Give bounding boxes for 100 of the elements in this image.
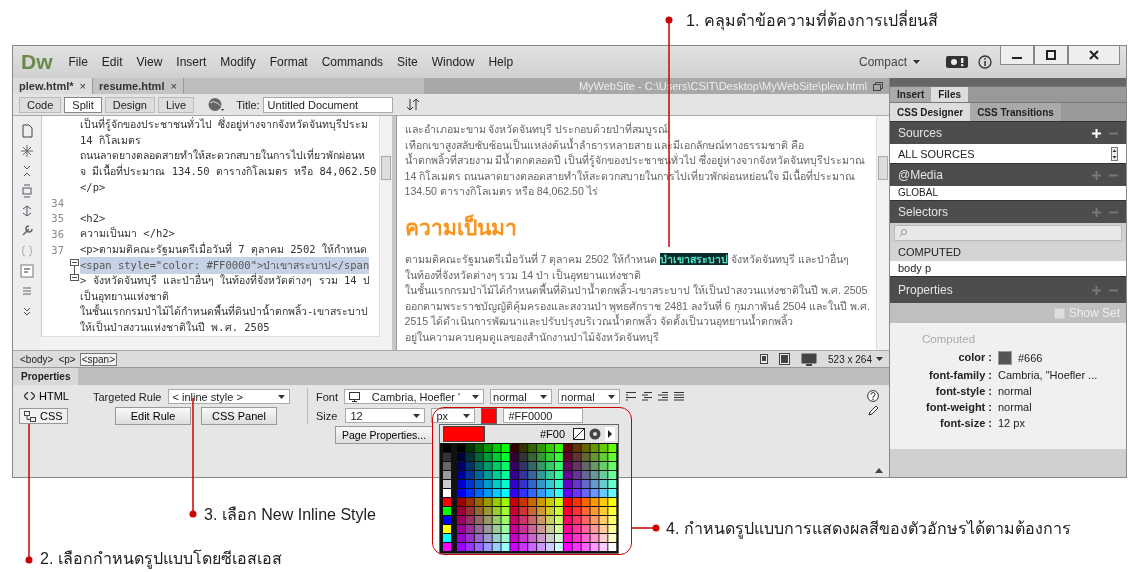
checkbox[interactable] <box>1053 307 1065 319</box>
title-label: Title: <box>236 98 260 111</box>
caret-icon <box>876 357 883 361</box>
expander-icon[interactable] <box>875 468 883 473</box>
font-dropdown[interactable]: Cambria, Hoefler ' <box>344 389 484 404</box>
code-line: <h2> <box>80 212 106 225</box>
annotation-text: 2. เลือกกำหนดรูปแบบโดยซีเอสเอส <box>40 548 282 571</box>
code-line: </p> <box>80 181 106 194</box>
window-size-dropdown[interactable]: 523 x 264 <box>828 353 883 365</box>
tag-selector-item[interactable]: <p> <box>57 353 77 365</box>
align-left-icon[interactable] <box>626 392 636 401</box>
css-panel-button[interactable]: CSS Panel <box>201 406 277 425</box>
menu-arrow-icon[interactable] <box>605 427 615 441</box>
line-number: 34 <box>50 196 65 209</box>
menu-item[interactable]: Commands <box>321 55 384 69</box>
menu-item[interactable]: Modify <box>220 55 256 69</box>
paragraph-line: ในท้องที่จังหวัดต่างๆ รวม 14 ป่า เป็นอุทยานแห่งชาติ <box>404 267 642 282</box>
search-icon <box>899 229 907 237</box>
file-icon[interactable] <box>20 124 34 138</box>
font-weight-dropdown[interactable]: normal <box>558 389 620 404</box>
page-heading: ความเป็นมา <box>404 213 518 241</box>
select-icon[interactable] <box>20 204 34 218</box>
edit-rule-button[interactable]: Edit Rule <box>115 406 191 425</box>
unit-dropdown[interactable]: px <box>431 408 476 423</box>
code-line: ความเป็นมา </h2> <box>80 225 175 242</box>
globe-icon[interactable] <box>207 97 226 112</box>
minimize-button[interactable] <box>1000 45 1034 65</box>
color-swatch[interactable] <box>998 351 1012 365</box>
code-line: จ มีเนื้อที่ประมาณ 134.50 ตารางกิโลเมตร หรือ 84,062.50 <box>80 163 377 180</box>
view-button[interactable]: Code <box>19 96 62 113</box>
scrollbar[interactable] <box>1111 146 1118 161</box>
desktop-icon[interactable] <box>801 352 818 366</box>
property-value: #666 <box>1018 352 1043 364</box>
tablet-icon[interactable] <box>779 353 791 365</box>
app-logo: Dw <box>21 50 53 74</box>
line-number: 35 <box>50 212 65 225</box>
tag-selector-item[interactable]: <span> <box>79 352 117 366</box>
paragraph-line: ในชั้นแรกกรมป่าไม้ได้กำหนดพื้นที่ดินป่าน้ำตกพลิ้ว-เขาสระบาป ให้เป็นป่าสงวนแห่งชาติในปี พ.ศ. 2505 <box>404 283 870 299</box>
document-tab[interactable]: plew.html* × <box>13 78 94 94</box>
panel-tab[interactable]: CSS Designer <box>890 103 971 121</box>
close-tab-button[interactable]: × <box>79 80 87 92</box>
menu-item[interactable]: File <box>68 55 88 69</box>
section-title: @Media <box>898 168 943 182</box>
color-field[interactable]: #FF0000 <box>503 408 584 423</box>
no-color-icon[interactable] <box>573 428 585 440</box>
pencil-icon[interactable] <box>867 405 879 417</box>
view-button[interactable]: Split <box>64 96 102 113</box>
menu-item[interactable]: Format <box>269 55 308 69</box>
view-button[interactable]: Live <box>157 96 195 113</box>
caret-icon <box>540 394 547 399</box>
menu-item[interactable]: Help <box>488 55 514 69</box>
tag-selector-item[interactable]: <body> <box>19 353 55 365</box>
code-line: <p>ตามมติคณะรัฐมนตรีเมื่อวันที่ 7 ตุลาคม 2502 ให้กำหนด <box>80 241 367 258</box>
selector-item[interactable]: COMPUTED <box>890 243 1126 261</box>
size-dropdown[interactable]: 12 <box>345 408 426 423</box>
view-button[interactable]: Design <box>104 96 155 113</box>
wrench-icon[interactable] <box>20 224 34 238</box>
help-icon[interactable] <box>867 390 879 402</box>
maximize-button[interactable] <box>1034 45 1068 65</box>
code-brackets-icon <box>24 392 35 400</box>
workspace-dropdown[interactable]: Compact <box>854 53 924 71</box>
property-value: 12 px <box>998 417 1025 429</box>
mode-button[interactable]: HTML <box>19 388 74 404</box>
restore-icon[interactable] <box>873 81 883 91</box>
info-icon[interactable] <box>978 55 992 69</box>
document-tab[interactable]: resume.html × <box>93 78 184 94</box>
title-field[interactable]: Untitled Document <box>262 96 393 113</box>
mode-button[interactable]: CSS <box>19 408 68 424</box>
justify-icon[interactable] <box>674 392 684 401</box>
menu-item[interactable]: Site <box>397 55 418 69</box>
align-center-icon[interactable] <box>642 392 652 401</box>
property-name: font-weight : <box>925 401 992 413</box>
caret-icon <box>277 394 285 399</box>
menu-item[interactable]: Edit <box>101 55 123 69</box>
menu-item[interactable]: Window <box>431 55 475 69</box>
search-field[interactable] <box>894 225 1122 241</box>
phone-icon[interactable] <box>760 354 769 364</box>
menu-item[interactable]: Insert <box>176 55 207 69</box>
paragraph-line: และอำเภอมะขาม จังหวัดจันทบุรี ประกอบด้วยป่าที่สมบูรณ์ <box>404 122 670 138</box>
font-style-dropdown[interactable]: normal <box>490 389 552 404</box>
panel-tab[interactable]: CSS Transitions <box>970 103 1061 121</box>
panel-tab[interactable]: Insert <box>890 87 932 102</box>
property-name: font-style : <box>934 385 992 397</box>
section-title: Selectors <box>898 205 949 219</box>
close-tab-button[interactable]: × <box>170 80 177 92</box>
format-icon[interactable] <box>20 264 34 278</box>
color-grid-drawing[interactable] <box>440 443 618 553</box>
list-item[interactable]: GLOBAL <box>898 186 939 200</box>
panel-tab[interactable]: Files <box>931 87 969 102</box>
asterisk-icon[interactable] <box>20 144 34 158</box>
property-name: font-family : <box>928 369 992 381</box>
align-right-icon[interactable] <box>658 392 668 401</box>
color-wheel-icon[interactable] <box>589 428 601 440</box>
close-button[interactable] <box>1068 45 1120 65</box>
targeted-rule-dropdown[interactable]: < inline style > <box>167 389 290 404</box>
fold-icon[interactable] <box>70 258 79 281</box>
menu-item[interactable]: View <box>136 55 163 69</box>
selector-item[interactable]: body p <box>890 261 1126 276</box>
paragraph-line: ออกตามพระราชบัญญัติคุ้มครองและสงวนป่า พุทธศักราช 2481 ลงวันที่ 6 กุมภาพันธ์ 2504 และในปี พ.ศ. <box>404 298 870 314</box>
page-properties-button[interactable]: Page Properties... <box>335 426 434 444</box>
